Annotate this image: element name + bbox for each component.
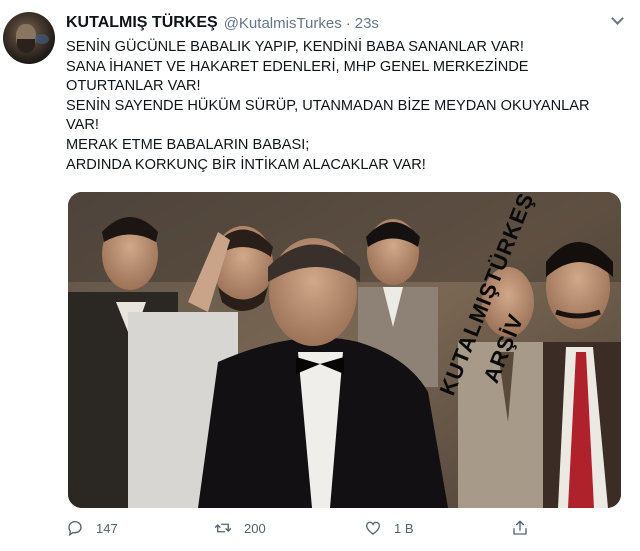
tweet-photo[interactable]: KUTALMIŞTÜRKEŞ ARŞİV — [68, 192, 621, 508]
tweet-line: MERAK ETME BABALARIN BABASI; — [66, 136, 310, 153]
more-chevron-icon[interactable] — [602, 10, 632, 30]
photo-illustration: KUTALMIŞTÜRKEŞ ARŞİV — [68, 192, 621, 508]
tweet[interactable]: KUTALMIŞ TÜRKEŞ @KutalmisTurkes · 23s SE… — [0, 0, 640, 551]
retweet-count: 200 — [244, 520, 266, 536]
like-count: 1 B — [394, 520, 414, 536]
reply-count: 147 — [96, 520, 118, 536]
share-icon — [513, 520, 527, 535]
tweet-text: SENİN GÜCÜNLE BABALIK YAPIP, KENDİNİ BAB… — [66, 38, 631, 175]
avatar[interactable] — [3, 12, 55, 64]
tweet-line: ARDINDA KORKUNÇ BİR İNTİKAM ALACAKLAR VA… — [66, 156, 426, 173]
tweet-header: KUTALMIŞ TÜRKEŞ @KutalmisTurkes · 23s — [66, 12, 379, 34]
author-name[interactable]: KUTALMIŞ TÜRKEŞ — [66, 14, 218, 32]
tweet-line: VAR! — [66, 117, 99, 134]
tweet-time[interactable]: 23s — [355, 15, 379, 32]
tweet-line: OTURTANLAR VAR! — [66, 78, 201, 95]
like-icon — [365, 521, 381, 535]
separator-dot: · — [345, 14, 351, 32]
retweet-button[interactable]: 200 — [214, 513, 266, 543]
reply-button[interactable]: 147 — [66, 513, 118, 543]
tweet-line: SANA İHANET VE HAKARET EDENLERİ, MHP GEN… — [66, 58, 529, 75]
share-button[interactable] — [511, 513, 541, 543]
reply-icon — [68, 520, 82, 537]
tweet-actions: 147 200 1 B — [66, 513, 586, 543]
author-handle[interactable]: @KutalmisTurkes — [224, 15, 342, 32]
tweet-line: SENİN SAYENDE HÜKÜM SÜRÜP, UTANMADAN BİZ… — [66, 97, 590, 114]
like-button[interactable]: 1 B — [364, 513, 414, 543]
retweet-icon — [214, 523, 232, 533]
tweet-line: SENİN GÜCÜNLE BABALIK YAPIP, KENDİNİ BAB… — [66, 39, 524, 55]
